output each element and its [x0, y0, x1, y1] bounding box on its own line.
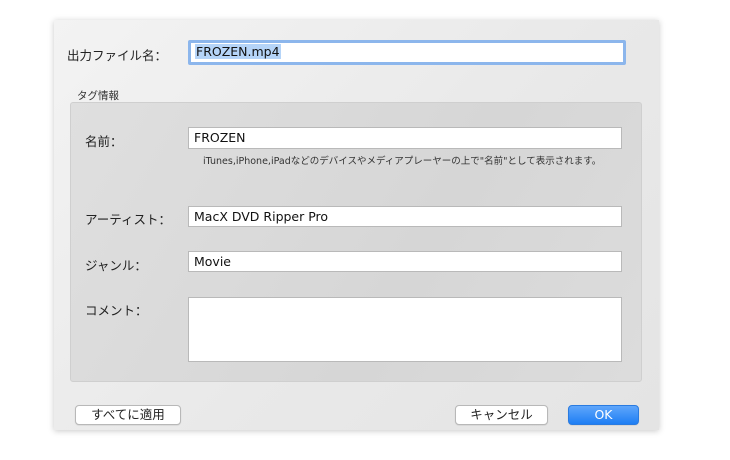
artist-input[interactable]: MacX DVD Ripper Pro [188, 206, 622, 227]
name-label: 名前： [85, 134, 123, 149]
comment-textarea[interactable] [188, 297, 622, 362]
tag-info-title: タグ情報 [77, 90, 119, 102]
ok-button[interactable]: OK [568, 405, 639, 425]
artist-label: アーティスト： [85, 212, 172, 227]
output-filename-label: 出力ファイル名： [67, 48, 168, 63]
comment-label: コメント： [85, 303, 148, 318]
genre-input[interactable]: Movie [188, 251, 622, 272]
output-filename-input[interactable]: FROZEN.mp4 [188, 40, 626, 65]
genre-label: ジャンル： [85, 258, 147, 273]
tag-dialog: 出力ファイル名： FROZEN.mp4 タグ情報 名前： FROZEN iTun… [54, 20, 659, 430]
apply-all-button[interactable]: すべてに適用 [75, 405, 181, 425]
output-filename-value: FROZEN.mp4 [195, 44, 281, 59]
cancel-button[interactable]: キャンセル [455, 405, 548, 425]
name-hint-text: iTunes,iPhone,iPadなどのデバイスやメディアプレーヤーの上で"名… [203, 156, 602, 167]
name-input[interactable]: FROZEN [188, 127, 622, 149]
